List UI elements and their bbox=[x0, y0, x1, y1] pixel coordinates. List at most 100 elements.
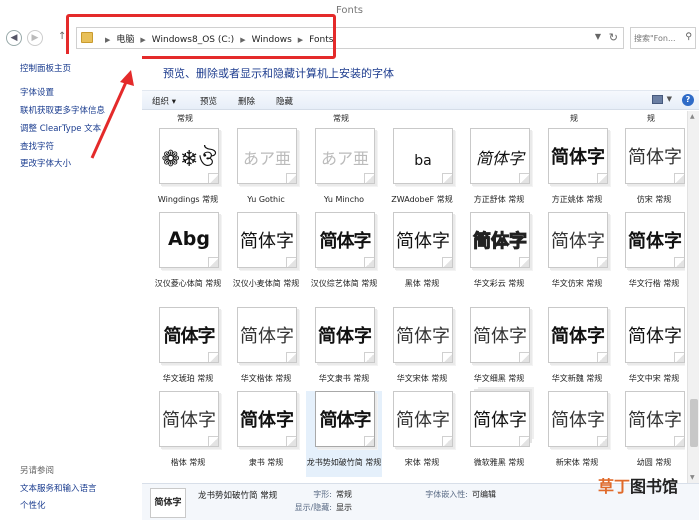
font-tile[interactable]: 简体字 黑体 常规 bbox=[384, 212, 460, 298]
selected-font-thumbnail: 简体字 bbox=[150, 488, 186, 518]
font-sample: 简体字 bbox=[396, 326, 450, 347]
scroll-down-icon[interactable]: ▼ bbox=[690, 474, 695, 481]
font-tile[interactable]: 简体字 华文中宋 常规 bbox=[616, 307, 685, 393]
font-tile[interactable]: 简体字 华文隶书 常规 bbox=[306, 307, 382, 393]
watermark-part-a: 草丁 bbox=[598, 477, 631, 496]
font-tile[interactable]: 简体字方正姚体 常规 bbox=[539, 128, 615, 214]
font-tile[interactable]: 简体字 汉仪综艺体简 常规 bbox=[306, 212, 382, 298]
font-tile[interactable]: 简体字华文宋体 常规 bbox=[384, 307, 460, 393]
search-input[interactable]: 搜索"Fon... ⚲ bbox=[630, 27, 696, 49]
partial-font-label: 常规 bbox=[177, 114, 193, 123]
view-mode-icon[interactable] bbox=[652, 95, 663, 104]
font-file-icon: 简体字 bbox=[315, 212, 375, 268]
text-services-link[interactable]: 文本服务和输入语言 bbox=[20, 482, 97, 494]
forward-button[interactable]: ▶ bbox=[27, 30, 43, 46]
font-name-label: Yu Mincho bbox=[323, 195, 365, 204]
font-sample: 简体字 bbox=[473, 231, 528, 253]
font-name-label: 华文宋体 常规 bbox=[396, 374, 448, 383]
font-file-icon: 简体字 bbox=[625, 212, 685, 268]
font-sample: 简体字 bbox=[551, 147, 605, 168]
font-file-icon: 简体字 bbox=[470, 391, 530, 447]
font-tile[interactable]: 简体字微软雅黑 常规 bbox=[461, 391, 537, 477]
font-sample: 简体字 bbox=[396, 410, 450, 431]
font-tile[interactable]: 简体字 新宋体 常规 bbox=[539, 391, 615, 477]
preview-button[interactable]: 预览 bbox=[200, 95, 217, 107]
hide-button[interactable]: 隐藏 bbox=[276, 95, 293, 107]
search-icon[interactable]: ⚲ bbox=[685, 32, 692, 42]
font-sample: 简体字 bbox=[551, 410, 605, 431]
font-tile[interactable]: 简体字 华文琥珀 常规 bbox=[150, 307, 226, 393]
back-button[interactable]: ◀ bbox=[6, 30, 22, 46]
font-name-label: 隶书 常规 bbox=[248, 458, 284, 467]
scroll-up-icon[interactable]: ▲ bbox=[690, 113, 695, 120]
font-sample: 简体字 bbox=[473, 410, 527, 431]
font-file-icon: 简体字 bbox=[470, 128, 530, 184]
font-tile[interactable]: 简体字 华文彩云 常规 bbox=[461, 212, 537, 298]
font-file-icon: Abg bbox=[159, 212, 219, 268]
embeddability-value: 可编辑 bbox=[472, 490, 496, 499]
font-name-label: 宋体 常规 bbox=[404, 458, 440, 467]
font-grid: 常规 常规 规 规 ❁❄ঔ Wingdings 常规 あア亜 Yu Gothic あア亜… bbox=[142, 111, 685, 483]
chevron-down-icon[interactable]: ▼ bbox=[667, 95, 672, 103]
refresh-icon[interactable]: ↻ bbox=[609, 31, 618, 44]
chevron-down-icon[interactable]: ▼ bbox=[595, 32, 601, 41]
command-toolbar: 组织 ▾ 预览 删除 隐藏 ▼ ? bbox=[142, 90, 699, 110]
scrollbar-thumb[interactable] bbox=[690, 399, 698, 447]
font-tile[interactable]: 简体字 方正舒体 常规 bbox=[461, 128, 537, 214]
font-tile[interactable]: 简体字 龙书势如破竹简 常规 bbox=[306, 391, 382, 477]
partial-font-label: 规 bbox=[647, 114, 655, 123]
change-font-size-link[interactable]: 更改字体大小 bbox=[20, 157, 71, 169]
font-tile[interactable]: 简体字华文行楷 常规 bbox=[616, 212, 685, 298]
font-name-label: 方正姚体 常规 bbox=[551, 195, 603, 204]
font-name-label: 华文细黑 常规 bbox=[473, 374, 525, 383]
find-character-link[interactable]: 查找字符 bbox=[20, 140, 54, 152]
personalization-link[interactable]: 个性化 bbox=[20, 499, 46, 511]
delete-button[interactable]: 删除 bbox=[238, 95, 255, 107]
font-name-label: 幼圆 常规 bbox=[636, 458, 672, 467]
font-name-label: ZWAdobeF 常规 bbox=[391, 195, 453, 204]
font-tile[interactable]: ❁❄ঔ Wingdings 常规 bbox=[150, 128, 226, 214]
font-tile[interactable]: Abg 汉仪菱心体简 常规 bbox=[150, 212, 226, 298]
font-tile[interactable]: 简体字 幼圆 常规 bbox=[616, 391, 685, 477]
search-placeholder: 搜索"Fon... bbox=[634, 34, 676, 43]
font-file-icon: 简体字 bbox=[548, 391, 608, 447]
font-tile[interactable]: 简体字 宋体 常规 bbox=[384, 391, 460, 477]
cleartype-link[interactable]: 调整 ClearType 文本 bbox=[20, 122, 101, 134]
get-more-fonts-link[interactable]: 联机获取更多字体信息 bbox=[20, 104, 105, 116]
font-name-label: 仿宋 常规 bbox=[636, 195, 672, 204]
font-tile[interactable]: 简体字 华文楷体 常规 bbox=[228, 307, 304, 393]
font-settings-link[interactable]: 字体设置 bbox=[20, 86, 54, 98]
font-name-label: 微软雅黑 常规 bbox=[473, 458, 525, 467]
font-sample: 简体字 bbox=[628, 231, 682, 252]
font-name-label: 华文行楷 常规 bbox=[628, 279, 680, 288]
font-tile[interactable]: 简体字华文细黑 常规 bbox=[461, 307, 537, 393]
font-sample: 简体字 bbox=[319, 410, 372, 431]
font-sample: 简体字 bbox=[319, 231, 372, 252]
font-tile[interactable]: 简体字 汉仪小麦体简 常规 bbox=[228, 212, 304, 298]
font-tile[interactable]: あア亜 Yu Gothic bbox=[228, 128, 304, 214]
font-sample: 简体字 bbox=[475, 149, 524, 168]
font-tile[interactable]: 简体字 华文仿宋 常规 bbox=[539, 212, 615, 298]
font-tile[interactable]: 简体字 仿宋 常规 bbox=[616, 128, 685, 214]
control-panel-home-link[interactable]: 控制面板主页 bbox=[20, 62, 71, 74]
font-name-label: Wingdings 常规 bbox=[157, 195, 219, 204]
font-file-icon: 简体字 bbox=[548, 128, 608, 184]
watermark-part-b: 图书馆 bbox=[630, 477, 679, 496]
font-name-label: 华文琥珀 常规 bbox=[162, 374, 214, 383]
vertical-scrollbar[interactable]: ▲ ▼ bbox=[687, 111, 699, 483]
help-icon[interactable]: ? bbox=[682, 94, 694, 106]
font-tile[interactable]: 简体字 楷体 常规 bbox=[150, 391, 226, 477]
font-name-label: 华文仿宋 常规 bbox=[551, 279, 603, 288]
font-file-icon: 简体字 bbox=[625, 391, 685, 447]
font-file-icon: 简体字 bbox=[393, 307, 453, 363]
font-name-label: 汉仪小麦体简 常规 bbox=[232, 279, 300, 288]
font-sample: 简体字 bbox=[473, 326, 527, 347]
font-file-icon: ba bbox=[393, 128, 453, 184]
font-file-icon: 简体字 bbox=[393, 391, 453, 447]
style-label: 字形: bbox=[313, 490, 332, 499]
font-tile[interactable]: ba ZWAdobeF 常规 bbox=[384, 128, 460, 214]
organize-button[interactable]: 组织 ▾ bbox=[152, 95, 176, 107]
font-tile[interactable]: 简体字 隶书 常规 bbox=[228, 391, 304, 477]
font-tile[interactable]: 简体字 华文新魏 常规 bbox=[539, 307, 615, 393]
font-tile[interactable]: あア亜 Yu Mincho bbox=[306, 128, 382, 214]
